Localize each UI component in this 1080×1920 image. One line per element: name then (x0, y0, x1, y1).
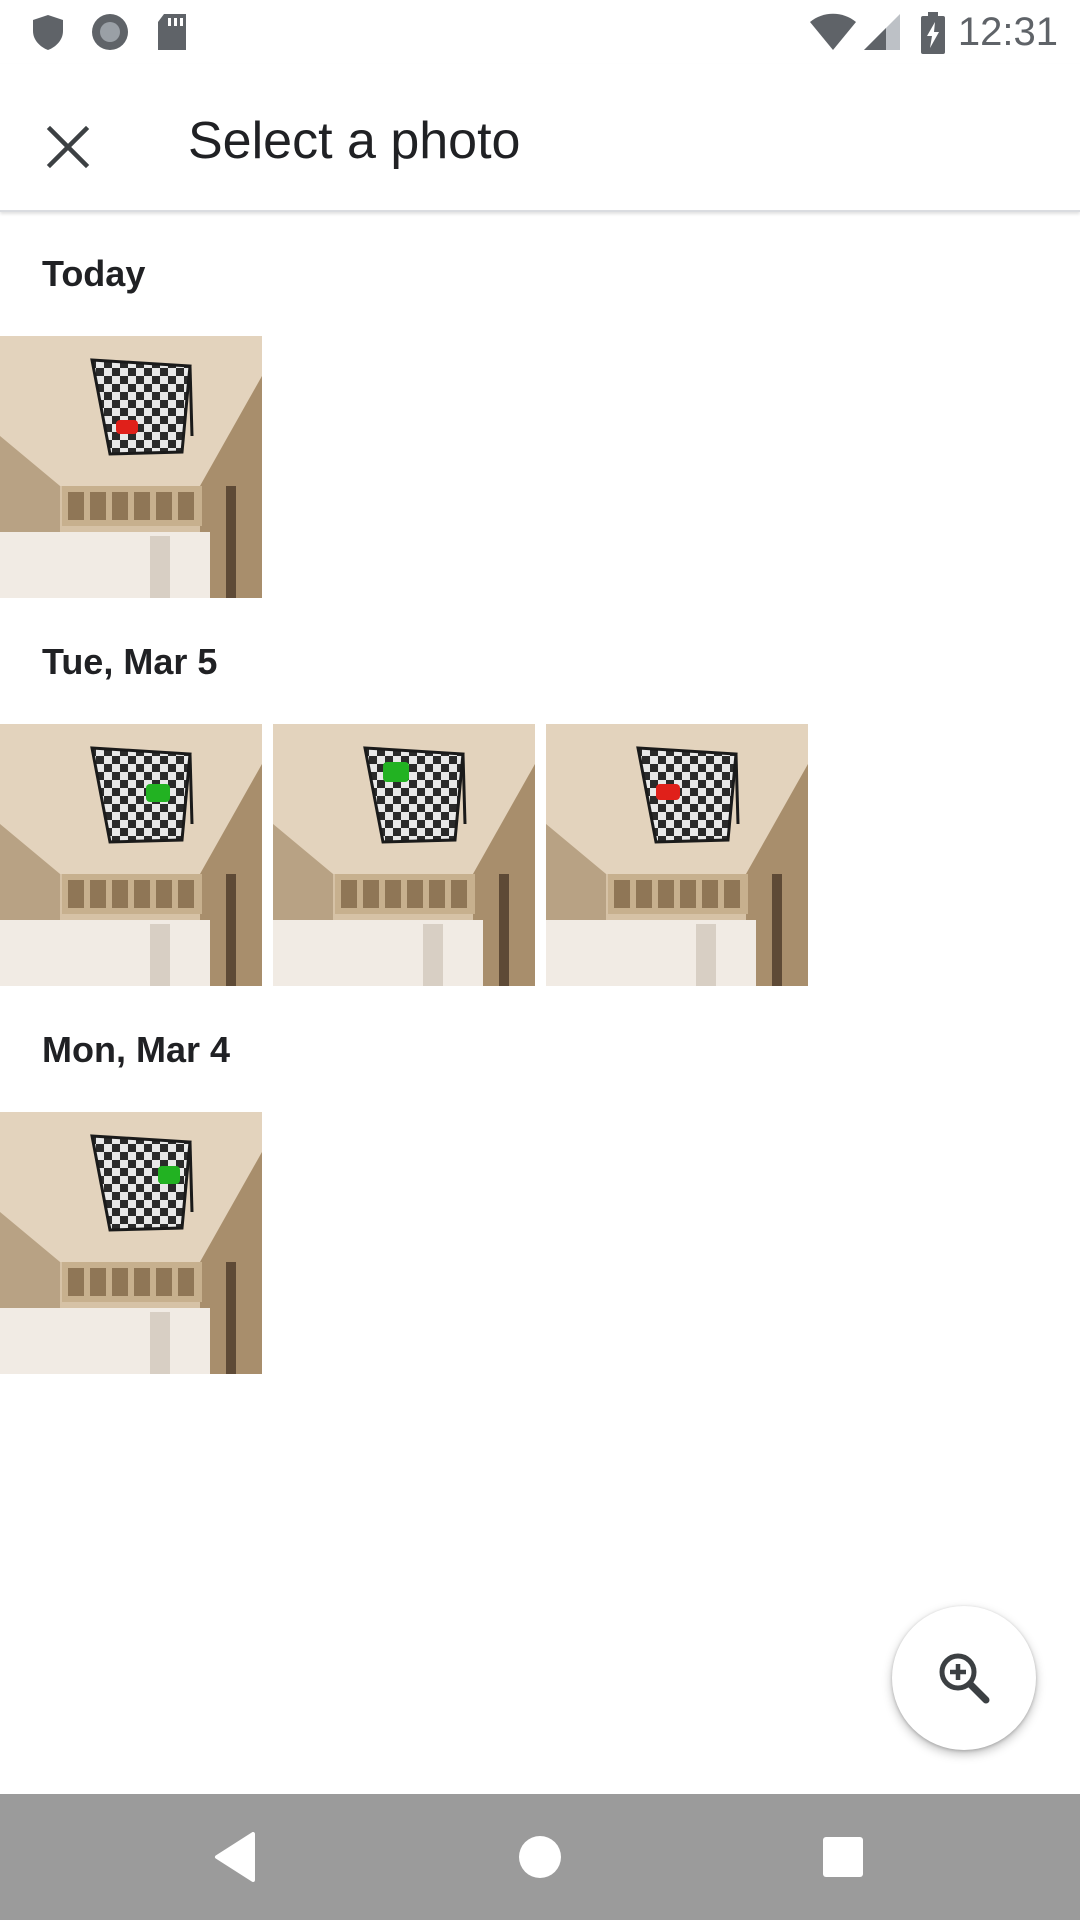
home-icon (519, 1836, 561, 1878)
back-button[interactable] (200, 1822, 270, 1892)
section-title-mon-mar-4: Mon, Mar 4 (42, 1029, 231, 1070)
close-button[interactable] (28, 107, 108, 187)
home-button[interactable] (505, 1822, 575, 1892)
wifi-icon (808, 12, 858, 57)
status-time: 12:31 (957, 10, 1058, 54)
shield-icon (28, 12, 68, 57)
photo-color-marker (158, 1166, 180, 1184)
section-title-tue-mar-5: Tue, Mar 5 (42, 641, 218, 682)
sd-card-icon (154, 12, 190, 57)
photo-image (0, 724, 262, 986)
photo-thumbnail[interactable] (546, 724, 808, 986)
photo-thumbnail[interactable] (0, 724, 262, 986)
photo-thumbnail[interactable] (273, 724, 535, 986)
photo-image (0, 1112, 262, 1374)
status-bar: 12:31 (0, 0, 1080, 64)
recents-icon (823, 1837, 863, 1877)
battery-charging-icon (920, 12, 946, 59)
photo-color-marker (383, 762, 409, 782)
navigation-bar (0, 1794, 1080, 1920)
photo-color-marker (656, 784, 680, 800)
recents-button[interactable] (808, 1822, 878, 1892)
section-title-today: Today (42, 253, 146, 294)
photo-color-marker (116, 420, 138, 434)
app-bar: Select a photo (0, 64, 1080, 212)
page-title: Select a photo (188, 112, 521, 170)
back-icon (215, 1832, 255, 1882)
photo-image (546, 724, 808, 986)
photo-color-marker (146, 784, 170, 802)
photo-image (273, 724, 535, 986)
photo-image (0, 336, 262, 598)
photo-thumbnail[interactable] (0, 1112, 262, 1374)
zoom-in-icon (939, 1653, 990, 1704)
photo-thumbnail[interactable] (0, 336, 262, 598)
zoom-in-button[interactable] (892, 1606, 1036, 1750)
cellular-signal-icon (862, 12, 902, 57)
circle-record-icon (90, 12, 130, 57)
close-icon (46, 125, 90, 169)
